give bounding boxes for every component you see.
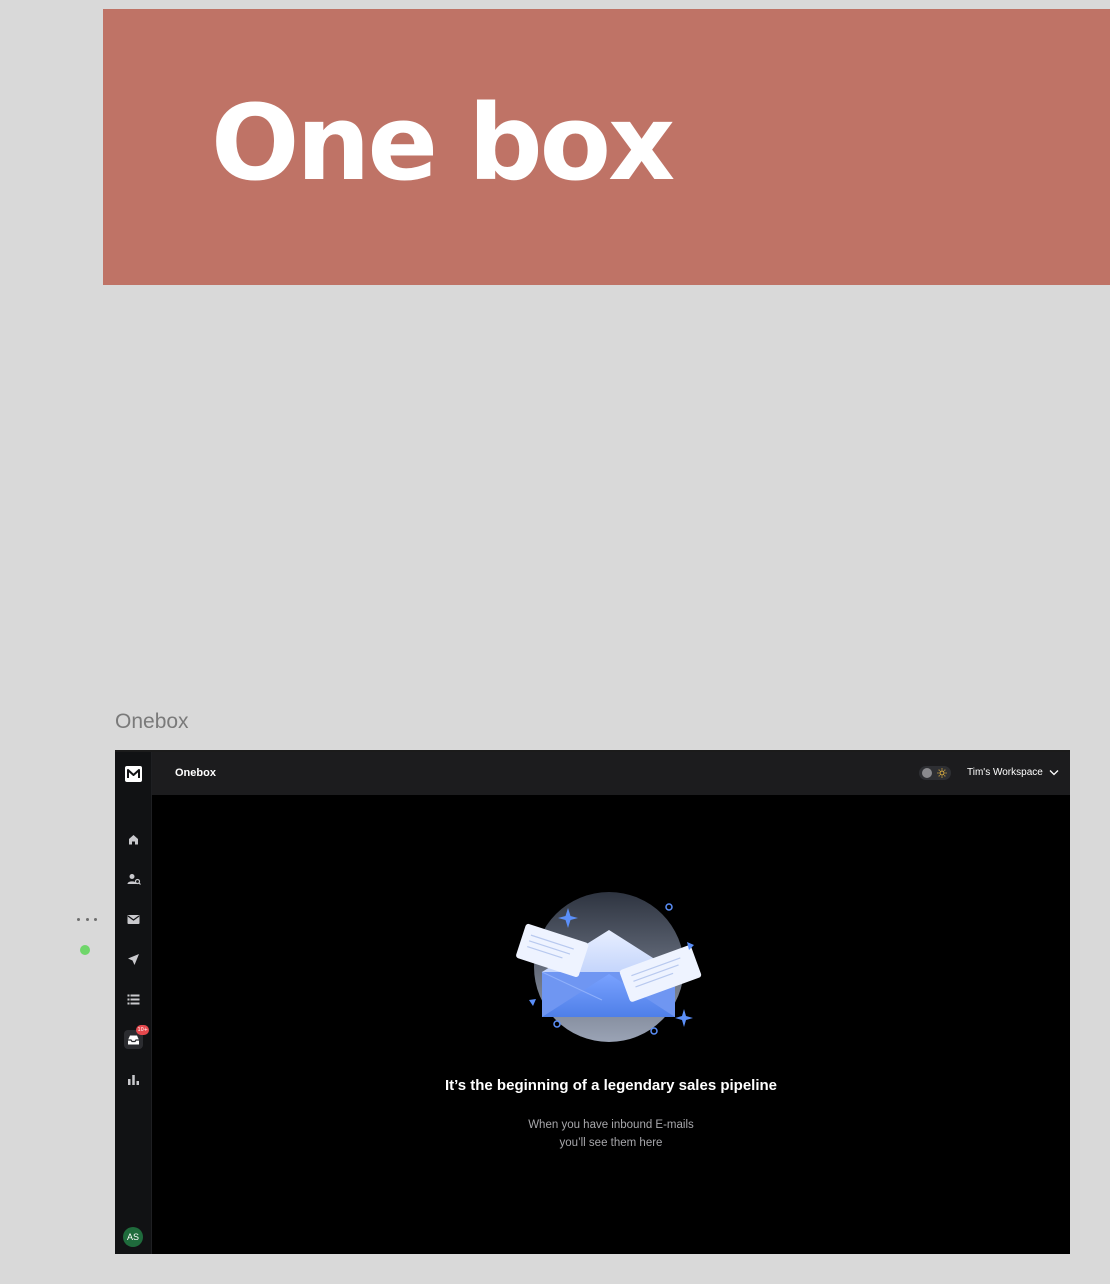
theme-toggle[interactable] [919,766,951,780]
frame-label[interactable]: Onebox [115,710,189,734]
inbox-icon [128,1035,139,1044]
envelope-illustration [516,892,702,1042]
more-options-icon[interactable] [77,912,97,926]
workspace-name: Tim's Workspace [967,767,1043,778]
home-icon [129,835,138,845]
send-icon [128,954,139,965]
user-search-icon [127,874,141,885]
sidebar-item-lead-finder[interactable] [124,870,143,889]
hero-banner: One box [103,9,1110,285]
unread-count-badge: 10+ [136,1025,149,1035]
design-canvas: One box Onebox 10+ AS Onebox Tim's Works… [0,0,1110,1284]
app-window: 10+ AS Onebox Tim's Workspace It’s the b… [115,750,1070,1254]
avatar[interactable]: AS [123,1227,143,1247]
workspace-selector[interactable]: Tim's Workspace [967,767,1059,778]
sidebar-item-campaigns[interactable] [124,950,143,969]
empty-state-title: It’s the beginning of a legendary sales … [444,1077,777,1094]
presence-dot [80,945,90,955]
mail-icon [127,915,140,924]
empty-state-subtitle-line-1: When you have inbound E-mails [528,1119,694,1131]
sidebar-item-email[interactable] [124,910,143,929]
bar-chart-icon [128,1074,139,1085]
page-title: Onebox [175,767,216,779]
mail-logo-icon[interactable] [125,766,142,782]
sidebar-item-home[interactable] [124,830,143,849]
sun-icon [937,768,947,778]
sidebar-item-onebox[interactable]: 10+ [124,1025,149,1049]
sidebar-item-lists[interactable] [124,990,143,1009]
empty-state-subtitle-line-2: you’ll see them here [559,1137,663,1149]
chevron-down-icon [1049,770,1059,776]
empty-state-subtitle: When you have inbound E-mails you’ll see… [152,1116,1070,1152]
topbar: Onebox Tim's Workspace [152,752,1070,795]
hero-title: One box [211,82,675,204]
sidebar: 10+ AS [115,752,152,1254]
list-icon [127,994,140,1005]
toggle-knob [922,768,932,778]
sidebar-item-analytics[interactable] [124,1070,143,1089]
